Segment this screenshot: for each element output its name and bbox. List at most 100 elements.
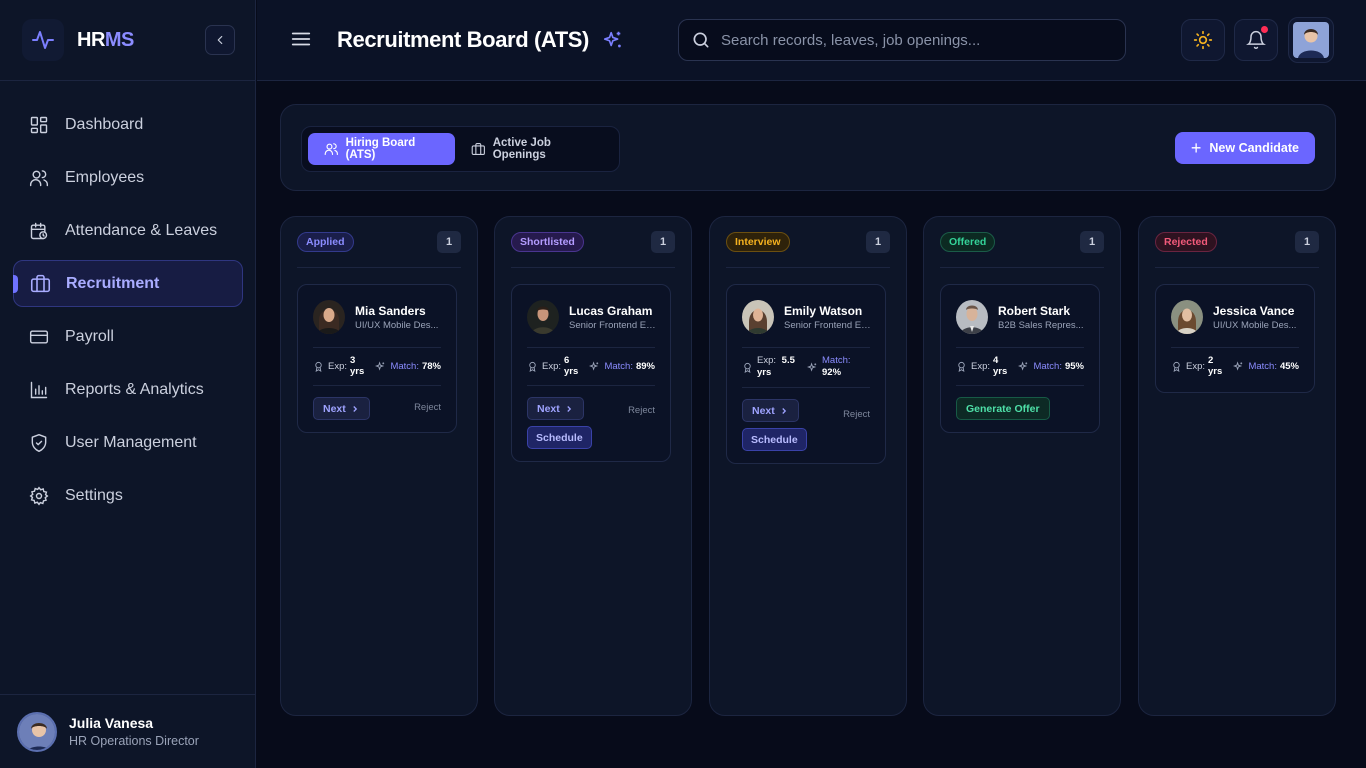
column-offered: Offered 1 Robert Stark B2B Sales Repres.… bbox=[923, 216, 1121, 716]
users-icon bbox=[324, 143, 338, 156]
user-role: HR Operations Director bbox=[69, 734, 199, 748]
briefcase-icon bbox=[471, 142, 486, 156]
exp-value: 2 yrs bbox=[1208, 355, 1223, 377]
menu-icon[interactable] bbox=[290, 28, 312, 50]
reject-button[interactable]: Reject bbox=[414, 397, 441, 413]
sidebar-item-user-management[interactable]: User Management bbox=[13, 419, 243, 466]
sidebar-item-payroll[interactable]: Payroll bbox=[13, 313, 243, 360]
match-value: 95% bbox=[1064, 360, 1084, 372]
stage-badge: Rejected bbox=[1155, 232, 1217, 252]
candidate-card[interactable]: Mia Sanders UI/UX Mobile Des... Exp: 3 yr… bbox=[297, 284, 457, 433]
match-value: 45% bbox=[1279, 360, 1299, 372]
match-stat: Match: 78% bbox=[375, 361, 441, 372]
generate-offer-button[interactable]: Generate Offer bbox=[956, 397, 1050, 420]
exp-value: 4 yrs bbox=[993, 355, 1008, 377]
sidebar-item-settings[interactable]: Settings bbox=[13, 472, 243, 519]
candidate-role: Senior Frontend En... bbox=[784, 319, 870, 331]
profile-avatar-button[interactable] bbox=[1288, 17, 1334, 63]
next-stage-button[interactable]: Next bbox=[527, 397, 584, 420]
user-name: Julia Vanesa bbox=[69, 715, 154, 731]
avatar bbox=[956, 300, 988, 334]
experience-stat: Exp: 3 yrs bbox=[313, 355, 367, 377]
pulse-icon bbox=[22, 19, 64, 61]
stage-badge: Shortlisted bbox=[511, 232, 584, 252]
column-count: 1 bbox=[1080, 231, 1104, 253]
tab-active-job-openings[interactable]: Active Job Openings bbox=[455, 133, 613, 165]
next-stage-button[interactable]: Next bbox=[742, 399, 799, 422]
current-user[interactable]: Julia Vanesa HR Operations Director bbox=[0, 694, 256, 768]
candidate-role: UI/UX Mobile Des... bbox=[1213, 319, 1297, 331]
notifications-button[interactable] bbox=[1234, 19, 1278, 61]
candidate-name: Lucas Graham bbox=[569, 303, 653, 318]
schedule-button[interactable]: Schedule bbox=[742, 428, 807, 451]
search-input[interactable] bbox=[721, 31, 1101, 49]
logo-row: HRMS bbox=[0, 0, 255, 81]
tab-hiring-board[interactable]: Hiring Board (ATS) bbox=[308, 133, 456, 165]
exp-label: Exp: bbox=[328, 360, 348, 372]
match-value: 92% bbox=[822, 367, 842, 378]
experience-stat: Exp: 2 yrs bbox=[1171, 355, 1225, 377]
credit-card-icon bbox=[28, 326, 50, 348]
column-rejected: Rejected 1 Jessica Vance UI/UX Mobile De… bbox=[1138, 216, 1336, 716]
avatar bbox=[313, 300, 345, 334]
candidate-role: B2B Sales Repres... bbox=[998, 319, 1084, 331]
avatar bbox=[1293, 22, 1329, 58]
sidebar-item-attendance[interactable]: Attendance & Leaves bbox=[13, 207, 243, 254]
collapse-sidebar-button[interactable] bbox=[205, 25, 235, 55]
exp-label: Exp: bbox=[1186, 360, 1206, 372]
candidate-name: Robert Stark bbox=[998, 303, 1071, 318]
chevron-right-icon bbox=[782, 407, 786, 414]
shield-icon bbox=[28, 432, 50, 454]
sidebar-item-recruitment[interactable]: Recruitment bbox=[13, 260, 243, 307]
sparkle-icon bbox=[375, 360, 385, 371]
dashboard-icon bbox=[28, 114, 50, 136]
avatar bbox=[17, 711, 57, 752]
candidate-name: Mia Sanders bbox=[355, 303, 426, 318]
stage-badge: Interview bbox=[726, 232, 790, 252]
sparkle-icon bbox=[1233, 360, 1243, 371]
new-candidate-button[interactable]: + New Candidate bbox=[1174, 132, 1315, 164]
match-label: Match: bbox=[822, 355, 851, 366]
column-interview: Interview 1 Emily Watson Senior Frontend… bbox=[709, 216, 907, 716]
sun-icon bbox=[1193, 30, 1213, 50]
candidate-card[interactable]: Robert Stark B2B Sales Repres... Exp: 4 y… bbox=[940, 284, 1100, 433]
sidebar-item-label: Reports & Analytics bbox=[65, 380, 204, 398]
search-bar[interactable] bbox=[678, 19, 1126, 61]
award-icon bbox=[1173, 361, 1180, 372]
exp-label: Exp: bbox=[757, 355, 777, 366]
bell-icon bbox=[1246, 30, 1266, 50]
avatar bbox=[527, 300, 559, 334]
candidate-card[interactable]: Lucas Graham Senior Frontend En... Exp: 6… bbox=[511, 284, 671, 462]
schedule-button[interactable]: Schedule bbox=[527, 426, 592, 449]
chevron-left-icon bbox=[217, 35, 223, 45]
candidate-card[interactable]: Jessica Vance UI/UX Mobile Des... Exp: 2 … bbox=[1155, 284, 1315, 393]
next-stage-button[interactable]: Next bbox=[313, 397, 370, 420]
reject-button[interactable]: Reject bbox=[628, 397, 655, 416]
award-icon bbox=[744, 362, 751, 373]
sidebar-item-reports[interactable]: Reports & Analytics bbox=[13, 366, 243, 413]
sidebar-item-label: Attendance & Leaves bbox=[65, 221, 218, 239]
candidate-card[interactable]: Emily Watson Senior Frontend En... Exp: … bbox=[726, 284, 886, 464]
avatar bbox=[1171, 300, 1203, 334]
next-label: Next bbox=[537, 402, 560, 415]
stage-badge: Offered bbox=[940, 232, 996, 252]
reject-button[interactable]: Reject bbox=[843, 399, 870, 420]
award-icon bbox=[958, 361, 965, 372]
plus-icon: + bbox=[1190, 138, 1202, 158]
sidebar-item-dashboard[interactable]: Dashboard bbox=[13, 101, 243, 148]
award-icon bbox=[315, 361, 322, 372]
stage-badge: Applied bbox=[297, 232, 354, 252]
board-toolbar: Hiring Board (ATS) Active Job Openings +… bbox=[280, 104, 1336, 191]
sidebar-item-label: Dashboard bbox=[65, 115, 144, 133]
next-label: Next bbox=[323, 402, 346, 415]
sidebar-item-employees[interactable]: Employees bbox=[13, 154, 243, 201]
brand-logo: HRMS bbox=[77, 29, 134, 52]
column-header: Rejected 1 bbox=[1155, 217, 1319, 268]
exp-value: 3 yrs bbox=[350, 355, 365, 377]
match-value: 78% bbox=[421, 360, 441, 372]
top-header: Recruitment Board (ATS) bbox=[257, 0, 1366, 81]
theme-toggle-button[interactable] bbox=[1181, 19, 1225, 61]
candidate-name: Emily Watson bbox=[784, 303, 863, 318]
chevron-right-icon bbox=[353, 405, 357, 412]
page-title: Recruitment Board (ATS) bbox=[337, 27, 589, 52]
